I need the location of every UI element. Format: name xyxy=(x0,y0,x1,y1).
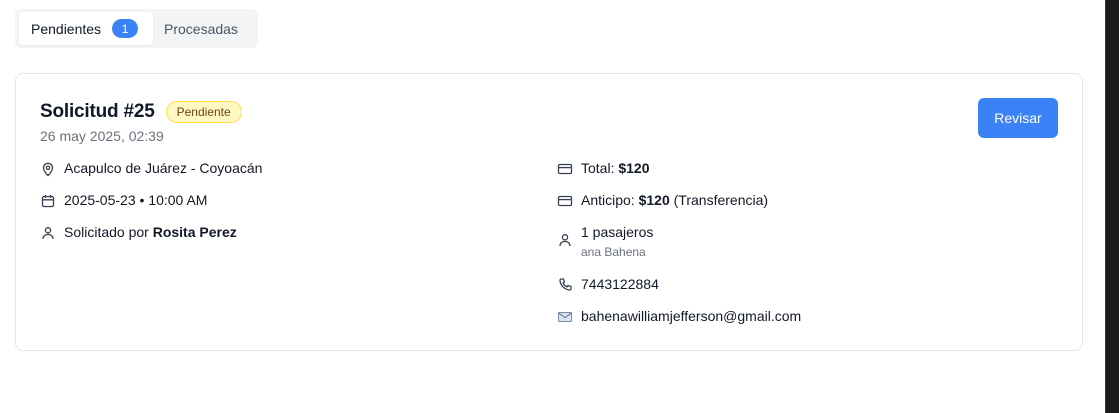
advance-text: Anticipo: $120 (Transferencia) xyxy=(581,192,768,208)
phone-icon xyxy=(557,277,573,293)
tab-pendientes-label: Pendientes xyxy=(31,20,102,37)
total-row: Total: $120 xyxy=(557,160,650,177)
requester-name: Rosita Perez xyxy=(152,224,237,240)
credit-card-icon xyxy=(557,193,573,209)
calendar-icon xyxy=(40,193,56,209)
email-row: bahenawilliamjefferson@gmail.com xyxy=(557,308,801,325)
user-icon xyxy=(557,232,573,248)
tabs-bar: Pendientes 1 Procesadas xyxy=(15,9,258,48)
tab-procesadas-label: Procesadas xyxy=(164,20,238,37)
pending-count-badge: 1 xyxy=(112,19,139,38)
user-icon xyxy=(40,225,56,241)
envelope-icon xyxy=(557,309,573,325)
passengers-row: 1 pasajeros ana Bahena xyxy=(557,224,653,259)
request-card: Solicitud #25 Pendiente 26 may 2025, 02:… xyxy=(15,73,1083,351)
request-title: Solicitud #25 xyxy=(40,101,155,122)
phone-row: 7443122884 xyxy=(557,276,659,293)
request-date: 26 may 2025, 02:39 xyxy=(40,128,164,144)
advance-value: $120 xyxy=(638,192,670,208)
passenger-name: ana Bahena xyxy=(581,245,646,259)
route-text: Acapulco de Juárez - Coyoacán xyxy=(64,160,263,176)
requester-row: Solicitado por Rosita Perez xyxy=(40,224,237,241)
map-pin-icon xyxy=(40,161,56,177)
requester-text: Solicitado por Rosita Perez xyxy=(64,224,237,240)
passengers-block: 1 pasajeros ana Bahena xyxy=(581,224,653,259)
advance-method: (Transferencia) xyxy=(673,192,769,208)
total-label: Total: xyxy=(581,160,615,176)
tab-procesadas[interactable]: Procesadas xyxy=(153,12,250,45)
tab-pendientes[interactable]: Pendientes 1 xyxy=(19,12,153,45)
email-text: bahenawilliamjefferson@gmail.com xyxy=(581,308,802,324)
requester-prefix: Solicitado por xyxy=(64,224,149,240)
status-badge: Pendiente xyxy=(165,101,242,123)
credit-card-icon xyxy=(557,161,573,177)
total-text: Total: $120 xyxy=(581,160,650,176)
scrollbar-track xyxy=(1105,0,1106,413)
schedule-row: 2025-05-23 • 10:00 AM xyxy=(40,192,207,209)
passengers-count: 1 pasajeros xyxy=(581,224,654,240)
advance-label: Anticipo: xyxy=(581,192,635,208)
route-row: Acapulco de Juárez - Coyoacán xyxy=(40,160,262,177)
phone-text: 7443122884 xyxy=(581,276,659,292)
scrollbar[interactable] xyxy=(1105,0,1119,413)
schedule-text: 2025-05-23 • 10:00 AM xyxy=(64,192,208,208)
total-value: $120 xyxy=(618,160,650,176)
request-header: Solicitud #25 Pendiente xyxy=(40,101,242,123)
advance-row: Anticipo: $120 (Transferencia) xyxy=(557,192,768,209)
review-button[interactable]: Revisar xyxy=(978,98,1058,138)
